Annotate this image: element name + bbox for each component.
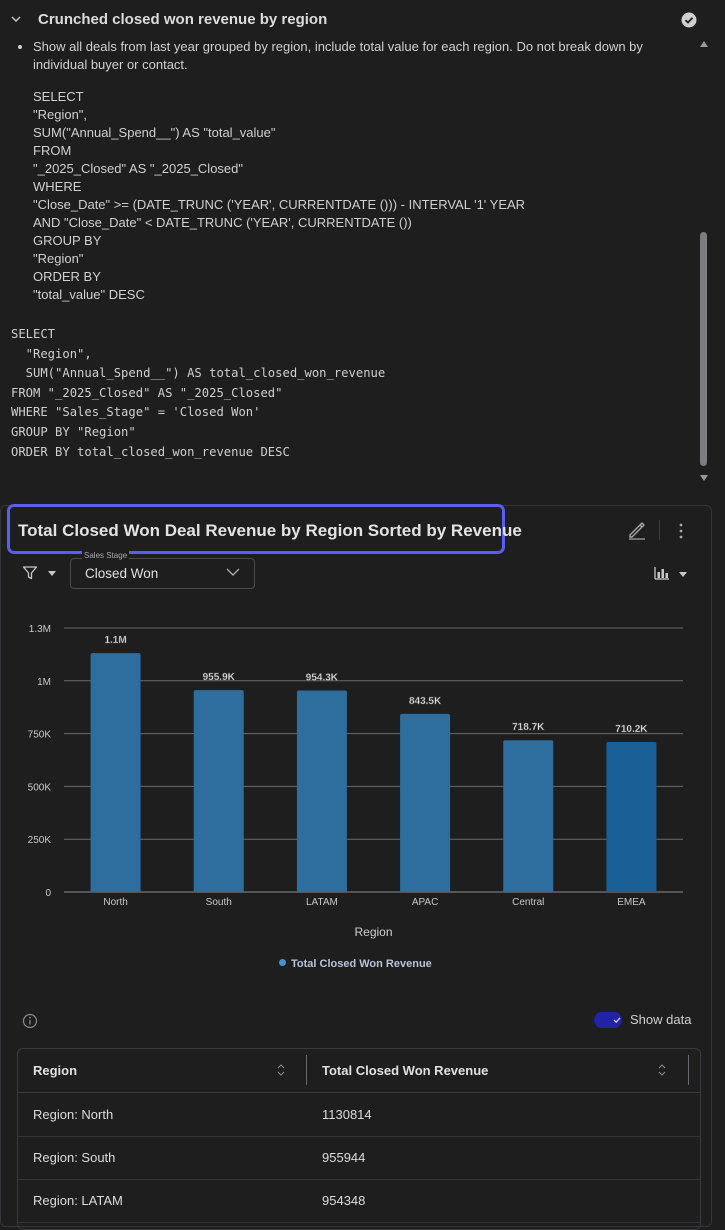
table-row[interactable]: Region: North 1130814 xyxy=(18,1093,700,1137)
x-tick-label: North xyxy=(103,897,127,908)
legend-label: Total Closed Won Revenue xyxy=(291,958,432,970)
table-header-row: Region Total Closed Won Revenue xyxy=(18,1049,700,1093)
table-cell: Region: LATAM xyxy=(33,1193,123,1208)
prompt-text: Show all deals from last year grouped by… xyxy=(33,39,643,72)
column-resizer[interactable] xyxy=(306,1055,307,1085)
y-tick-label: 0 xyxy=(45,888,51,899)
bar-data-label: 843.5K xyxy=(409,696,442,707)
table-row[interactable]: Region: South 955944 xyxy=(18,1136,700,1180)
chart-bar[interactable] xyxy=(296,690,347,892)
x-tick-label: Central xyxy=(512,897,544,908)
chevron-down-icon[interactable] xyxy=(226,567,240,577)
column-header-revenue[interactable]: Total Closed Won Revenue xyxy=(322,1063,488,1078)
section-title: Crunched closed won revenue by region xyxy=(38,11,328,28)
pencil-icon[interactable] xyxy=(627,520,647,540)
select-value[interactable]: Closed Won xyxy=(85,566,158,581)
y-tick-label: 750K xyxy=(28,730,52,741)
chart-legend[interactable]: Total Closed Won Revenue xyxy=(279,958,432,970)
x-tick-label: EMEA xyxy=(617,897,646,908)
bar-chart: 0 250K 500K 750K 1M 1.3M 1.1M North 955.9K South 9… xyxy=(28,624,683,939)
column-resizer[interactable] xyxy=(688,1055,689,1085)
chart-bar[interactable] xyxy=(503,740,554,892)
chart-bar[interactable] xyxy=(90,653,141,892)
bar-data-label: 1.1M xyxy=(104,635,126,646)
generated-sql: SELECT "Region", SUM("Annual_Spend__") A… xyxy=(11,327,386,459)
toolbar-divider xyxy=(659,520,660,540)
y-tick-label: 250K xyxy=(28,835,52,846)
chart-type-caret-icon[interactable] xyxy=(679,572,687,577)
chevron-down-icon[interactable] xyxy=(10,13,22,25)
scroll-up-arrow[interactable] xyxy=(700,41,708,47)
prompt-sql: SELECT "Region", SUM("Annual_Spend__") A… xyxy=(33,89,526,302)
y-tick-label: 500K xyxy=(28,782,52,793)
x-tick-label: LATAM xyxy=(306,897,338,908)
chart-bar[interactable] xyxy=(193,690,244,892)
x-axis-title: Region xyxy=(354,925,392,939)
check-icon xyxy=(613,1017,621,1024)
chart-bar[interactable] xyxy=(606,742,657,892)
check-circle-icon xyxy=(681,12,697,28)
bar-data-label: 954.3K xyxy=(306,672,339,683)
table-row[interactable]: Region: LATAM 954348 xyxy=(18,1179,700,1223)
x-tick-label: APAC xyxy=(412,897,439,908)
bar-chart-icon[interactable] xyxy=(654,566,670,580)
table-cell: 955944 xyxy=(322,1150,366,1165)
table-cell: 954348 xyxy=(322,1193,366,1208)
bar-data-label: 710.2K xyxy=(615,724,648,735)
table-cell: Region: South xyxy=(33,1150,116,1165)
info-icon[interactable] xyxy=(22,1013,38,1029)
legend-swatch xyxy=(279,959,286,966)
x-tick-label: South xyxy=(206,897,232,908)
bullet-dot xyxy=(18,45,22,49)
prompt-bullet: Show all deals from last year grouped by… xyxy=(18,38,678,74)
filter-caret-icon[interactable] xyxy=(48,571,56,576)
data-table: Region Total Closed Won Revenue Region: … xyxy=(17,1048,701,1230)
show-data-label: Show data xyxy=(630,1012,692,1027)
filter-icon[interactable] xyxy=(22,565,38,581)
select-floating-label: Sales Stage xyxy=(82,551,130,560)
y-tick-label: 1M xyxy=(37,677,51,688)
table-cell: 1130814 xyxy=(322,1107,372,1122)
chart-bar[interactable] xyxy=(400,713,451,892)
more-vertical-icon[interactable] xyxy=(676,522,686,540)
vertical-scrollbar[interactable] xyxy=(697,40,710,486)
chart-card-title: Total Closed Won Deal Revenue by Region … xyxy=(18,521,522,540)
y-tick-label: 1.3M xyxy=(29,624,51,635)
bar-data-label: 718.7K xyxy=(512,722,545,733)
scroll-down-arrow[interactable] xyxy=(700,475,708,481)
query-scroll-area[interactable]: Show all deals from last year grouped by… xyxy=(0,38,711,486)
scrollbar-thumb[interactable] xyxy=(700,232,707,466)
bar-data-label: 955.9K xyxy=(203,672,236,683)
column-header-region[interactable]: Region xyxy=(33,1063,77,1078)
table-cell: Region: North xyxy=(33,1107,114,1122)
sort-icon[interactable] xyxy=(277,1063,285,1077)
sort-icon[interactable] xyxy=(658,1063,666,1077)
section-header[interactable]: Crunched closed won revenue by region xyxy=(0,0,725,40)
